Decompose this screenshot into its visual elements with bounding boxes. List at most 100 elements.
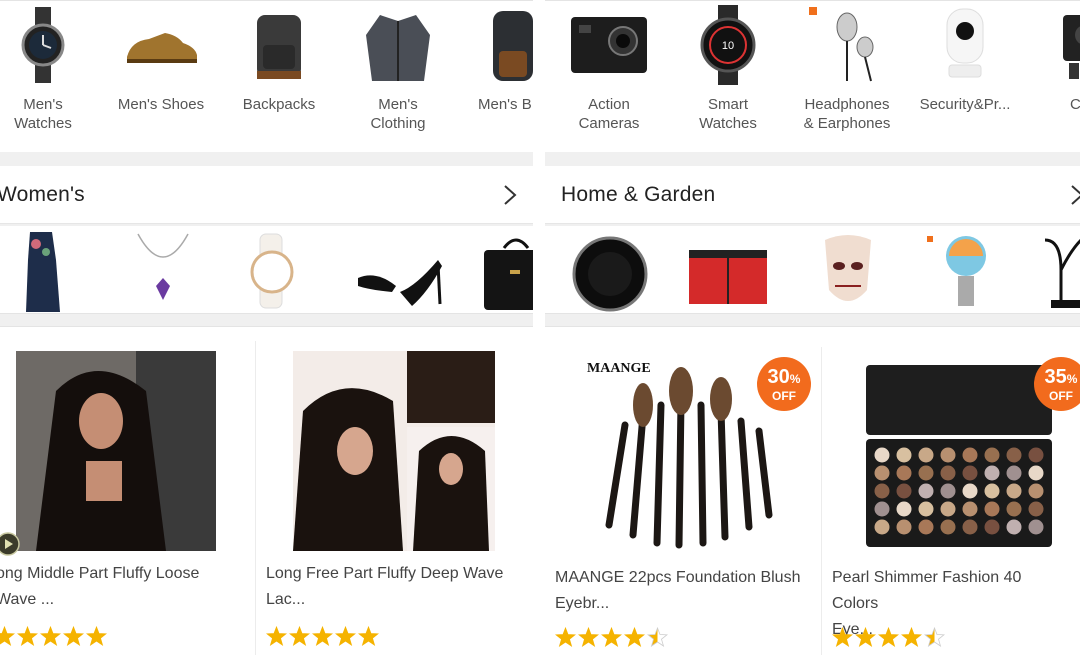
eyeshadow-pan [874, 501, 890, 517]
rating-stars [832, 627, 945, 647]
eyeshadow-pan [874, 447, 890, 463]
discount-value: 35 [1044, 366, 1067, 388]
ladies-watch-thumbnail[interactable] [236, 230, 326, 312]
discount-unit: % [789, 372, 801, 386]
backpack-icon [257, 15, 301, 79]
product-image[interactable] [585, 355, 785, 555]
earphones-icon [809, 7, 874, 82]
star-icon [266, 626, 287, 646]
eyeshadow-pan [1028, 483, 1044, 499]
eyeshadow-pan [918, 447, 934, 463]
product-card[interactable]: MAANGE 30% OFF MAANGE 22pcs Foundation B… [545, 347, 822, 655]
product-image[interactable] [16, 351, 216, 551]
eyeshadow-pan [984, 483, 1000, 499]
product-title[interactable]: MAANGE 22pcs Foundation Blush Eyebr... [555, 565, 813, 617]
category-row: Action Cameras 10 Smart Watches Headphon… [545, 0, 1080, 152]
category-label: Security&Pr... [919, 96, 1011, 113]
section-header-womens[interactable]: Women's [0, 166, 533, 224]
category-smart-watches[interactable]: 10 Smart Watches [670, 5, 786, 145]
eyeshadow-pan [962, 483, 978, 499]
chevron-right-icon[interactable] [500, 183, 520, 207]
eyeshadow-pan [962, 465, 978, 481]
category-mens-bags[interactable]: Men's B [455, 5, 533, 145]
dress-thumbnail[interactable] [0, 230, 90, 312]
category-consumer-electronics[interactable]: C Elect [1023, 5, 1080, 145]
product-image[interactable] [864, 355, 1054, 555]
jewelry-tree-thumbnail[interactable] [1041, 230, 1080, 312]
eyeshadow-pan [940, 465, 956, 481]
home-garden-product-strip [545, 226, 1080, 314]
mask-thumbnail[interactable] [803, 230, 893, 312]
product-title[interactable]: Long Free Part Fluffy Deep Wave Lac... [266, 561, 525, 613]
star-icon [578, 627, 599, 647]
eyeshadow-pan [1028, 465, 1044, 481]
eyeshadow-pan [984, 465, 1000, 481]
category-label: Men's B [478, 96, 532, 113]
eyeshadow-pan [940, 501, 956, 517]
star-icon [832, 627, 853, 647]
left-pane: Men's Watches Men's Shoes Backpacks Men'… [0, 0, 533, 655]
eyeshadow-pan [962, 519, 978, 535]
product-image[interactable] [293, 351, 495, 551]
eyeshadow-pan [984, 447, 1000, 463]
trunk-organizer-thumbnail[interactable] [683, 230, 773, 312]
star-icon [358, 626, 379, 646]
eyeshadow-pan [874, 483, 890, 499]
category-mens-shoes[interactable]: Men's Shoes [103, 5, 219, 145]
eyeshadow-pan [1006, 447, 1022, 463]
eyeshadow-pan [1006, 519, 1022, 535]
category-mens-clothing[interactable]: Men's Clothing [340, 5, 456, 145]
discount-badge: 30% OFF [757, 357, 811, 411]
eyeshadow-pan [962, 447, 978, 463]
discount-badge: 35% OFF [1034, 357, 1080, 411]
category-headphones[interactable]: Headphones & Earphones [789, 5, 905, 145]
star-icon [17, 626, 38, 646]
eyeshadow-pan [1006, 483, 1022, 499]
star-icon [40, 626, 61, 646]
chevron-right-icon[interactable] [1067, 183, 1080, 207]
robot-vacuum-thumbnail[interactable] [565, 230, 655, 312]
section-header-home-garden[interactable]: Home & Garden [545, 166, 1080, 224]
eyeshadow-pan [940, 483, 956, 499]
category-backpacks[interactable]: Backpacks [221, 5, 337, 145]
smart-bulb-thumbnail[interactable] [921, 230, 1011, 312]
product-card[interactable]: Long Free Part Fluffy Deep Wave Lac... [256, 341, 533, 655]
product-card[interactable]: ong Middle Part Fluffy Loose Wave ... [0, 341, 256, 655]
eyeshadow-pan [918, 483, 934, 499]
jacket-icon [366, 15, 430, 81]
eyeshadow-pan [940, 519, 956, 535]
category-label: C Elect [1070, 96, 1080, 113]
category-label: Backpacks [242, 96, 316, 113]
necklace-thumbnail[interactable] [118, 230, 208, 312]
right-pane: Action Cameras 10 Smart Watches Headphon… [545, 0, 1080, 655]
eyeshadow-pan [984, 519, 1000, 535]
section-title: Women's [0, 183, 85, 206]
rating-stars [0, 626, 107, 646]
heels-thumbnail[interactable] [356, 230, 446, 312]
category-label: Men's Watches [14, 96, 72, 132]
eyeshadow-pan [1006, 501, 1022, 517]
handbag-thumbnail[interactable] [470, 230, 533, 312]
eyeshadow-pan [1028, 519, 1044, 535]
eyeshadow-pan [896, 483, 912, 499]
action-camera-icon [571, 17, 647, 73]
eyeshadow-pan [918, 465, 934, 481]
play-video-icon[interactable] [0, 532, 20, 556]
womens-product-strip [0, 226, 533, 314]
category-security[interactable]: Security&Pr... [907, 5, 1023, 145]
svg-text:10: 10 [722, 40, 734, 52]
product-title[interactable]: ong Middle Part Fluffy Loose Wave ... [0, 561, 247, 613]
eyeshadow-pan [896, 447, 912, 463]
section-title: Home & Garden [561, 183, 716, 206]
category-mens-watches[interactable]: Men's Watches [0, 5, 101, 145]
eyeshadow-pan [896, 465, 912, 481]
star-icon [647, 627, 668, 647]
eyeshadow-pan [1006, 465, 1022, 481]
category-action-cameras[interactable]: Action Cameras [551, 5, 667, 145]
eyeshadow-pan [1028, 447, 1044, 463]
eyeshadow-pan [940, 447, 956, 463]
category-label: Smart Watches [699, 96, 757, 132]
star-icon [335, 626, 356, 646]
star-icon [624, 627, 645, 647]
product-card[interactable]: 35% OFF Pearl Shimmer Fashion 40 Colors … [822, 347, 1080, 655]
